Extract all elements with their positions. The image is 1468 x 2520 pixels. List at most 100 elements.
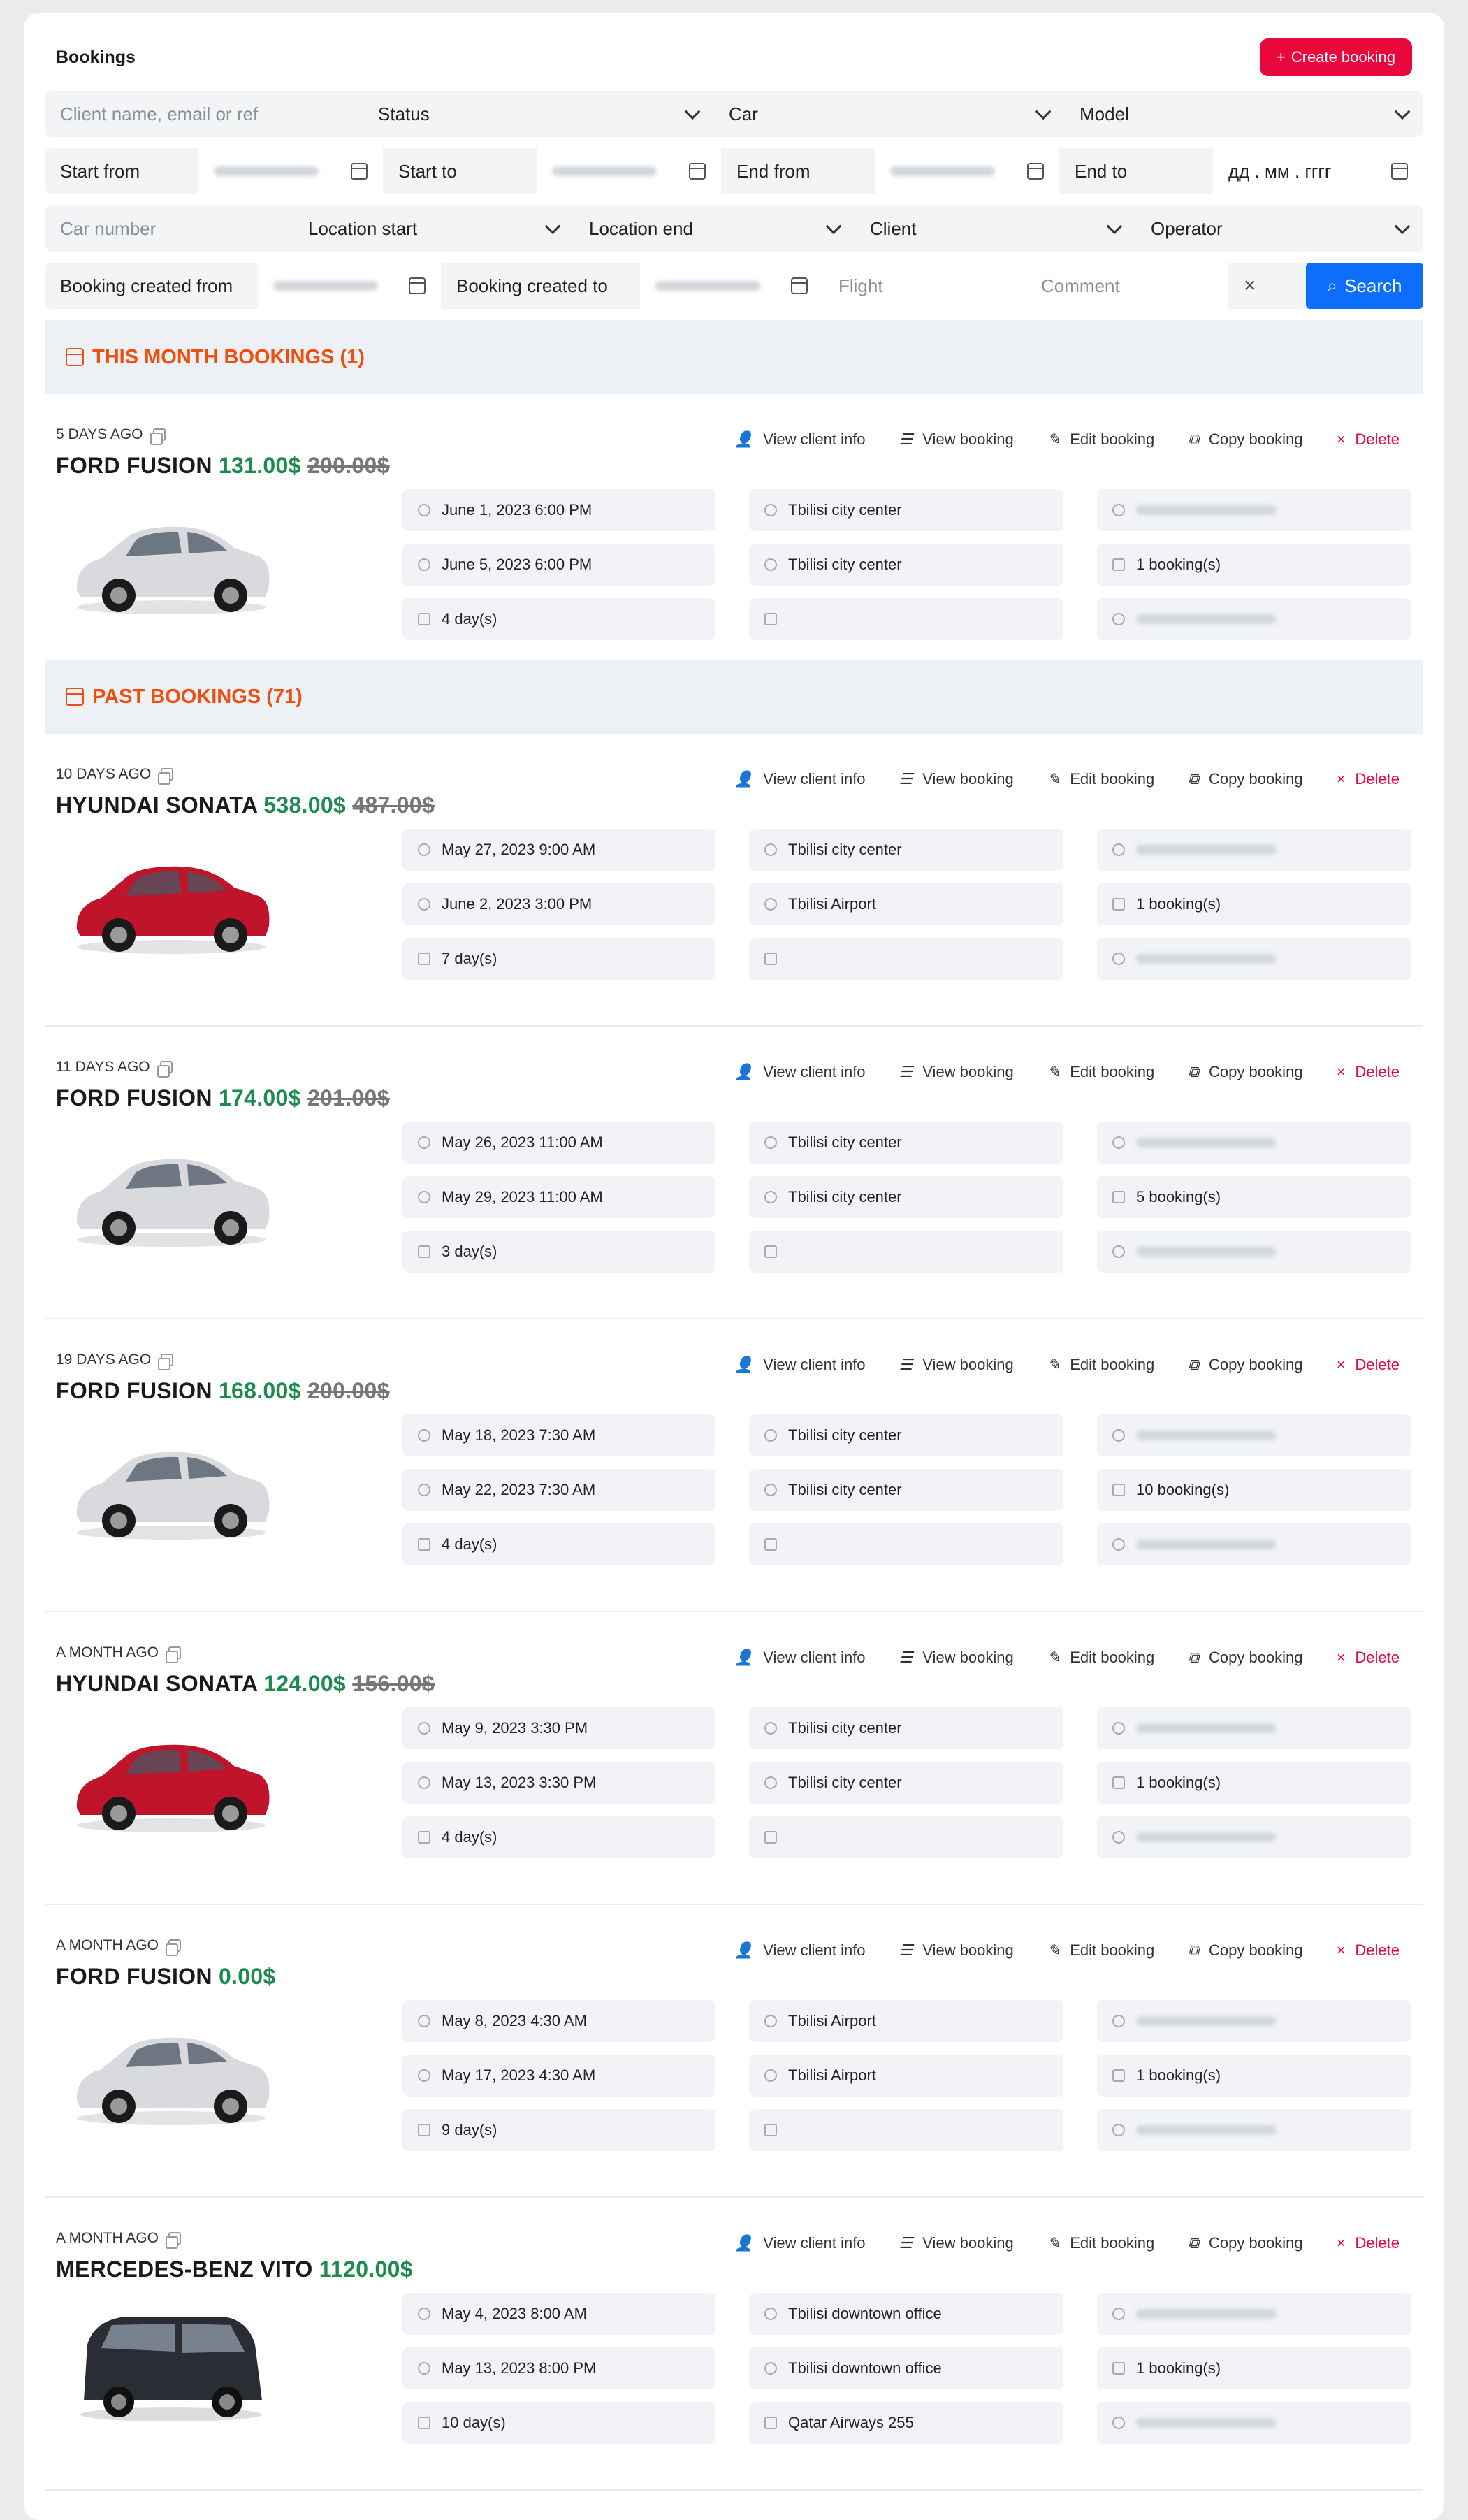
copy-id-icon[interactable] [166, 2232, 182, 2249]
delete-booking-link[interactable]: × Delete [1337, 2234, 1400, 2252]
edit-booking-link[interactable]: ✎ Edit booking [1047, 430, 1155, 449]
calendar-icon [351, 163, 368, 180]
booking-count-icon [1112, 898, 1125, 911]
duration-cell: 9 day(s) [402, 2109, 715, 2151]
duration-cell: 4 day(s) [402, 1816, 715, 1858]
operator-cell [1097, 1523, 1411, 1565]
edit-booking-link[interactable]: ✎ Edit booking [1047, 1356, 1155, 1374]
copy-id-icon[interactable] [157, 1061, 173, 1078]
calendar-icon [418, 1245, 430, 1258]
booking-age: 11 DAYS AGO [56, 1059, 150, 1075]
client-search-input[interactable]: Client name, email or ref [45, 91, 363, 137]
view-booking-link[interactable]: ☰ View booking [899, 1063, 1014, 1081]
view-booking-link[interactable]: ☰ View booking [899, 2234, 1014, 2252]
booking-actions: 👤 View client info ☰ View booking ✎ Edit book… [734, 770, 1400, 788]
delete-booking-link[interactable]: × Delete [1337, 1063, 1400, 1081]
operator-select[interactable]: Operator [1135, 205, 1423, 252]
status-select[interactable]: Status [363, 91, 713, 137]
client-name-cell [1097, 2293, 1411, 2335]
view-booking-link[interactable]: ☰ View booking [899, 1941, 1014, 1960]
create-booking-button[interactable]: + Create booking [1259, 38, 1412, 76]
copy-booking-link[interactable]: ⧉ Copy booking [1188, 1063, 1302, 1081]
pin-icon [418, 1722, 430, 1735]
copy-booking-link[interactable]: ⧉ Copy booking [1188, 1941, 1302, 1960]
location-pin-icon [764, 1191, 777, 1203]
view-client-info-link[interactable]: 👤 View client info [734, 2234, 866, 2252]
delete-booking-link[interactable]: × Delete [1337, 1356, 1400, 1374]
pin-icon [418, 898, 430, 911]
view-client-info-link[interactable]: 👤 View client info [734, 1649, 866, 1667]
comment-input[interactable]: Comment [1026, 263, 1228, 309]
pin-icon [418, 1191, 430, 1203]
edit-booking-link[interactable]: ✎ Edit booking [1047, 1941, 1155, 1960]
booking-count-cell: 1 booking(s) [1097, 2347, 1411, 2389]
end-to-date[interactable]: дд . мм . гггг [1213, 148, 1423, 194]
model-select[interactable]: Model [1064, 91, 1423, 137]
close-icon: × [1336, 1649, 1346, 1666]
copy-id-icon[interactable] [158, 768, 174, 785]
copy-booking-link[interactable]: ⧉ Copy booking [1188, 1356, 1302, 1374]
calendar-icon [791, 277, 808, 294]
start-date-cell: May 9, 2023 3:30 PM [402, 1707, 715, 1749]
car-number-input[interactable]: Car number [45, 205, 293, 252]
user-icon: 👤 [734, 1941, 754, 1959]
delete-booking-link[interactable]: × Delete [1337, 770, 1400, 788]
view-booking-link[interactable]: ☰ View booking [899, 1649, 1014, 1667]
flight-cell [749, 1231, 1063, 1273]
created-from-date[interactable] [258, 263, 441, 309]
past-section-header: PAST BOOKINGS (71) [45, 660, 1423, 734]
search-button[interactable]: ⌕ Search [1306, 263, 1423, 309]
view-client-info-link[interactable]: 👤 View client info [734, 1063, 866, 1081]
view-client-info-link[interactable]: 👤 View client info [734, 1941, 866, 1960]
booking-count-cell: 1 booking(s) [1097, 1762, 1411, 1804]
booking-actions: 👤 View client info ☰ View booking ✎ Edit book… [734, 1649, 1400, 1667]
delete-booking-link[interactable]: × Delete [1337, 1941, 1400, 1960]
view-booking-link[interactable]: ☰ View booking [899, 770, 1014, 788]
end-from-date[interactable] [875, 148, 1059, 194]
start-to-date[interactable] [537, 148, 721, 194]
view-client-info-link[interactable]: 👤 View client info [734, 1356, 866, 1374]
edit-booking-link[interactable]: ✎ Edit booking [1047, 2234, 1155, 2252]
clear-icon[interactable]: × [1228, 263, 1270, 309]
end-date-cell: May 29, 2023 11:00 AM [402, 1176, 715, 1218]
client-select[interactable]: Client [855, 205, 1135, 252]
copy-booking-link[interactable]: ⧉ Copy booking [1188, 2234, 1302, 2252]
edit-icon: ✎ [1047, 1356, 1061, 1373]
location-start-cell: Tbilisi city center [749, 1707, 1063, 1749]
edit-booking-link[interactable]: ✎ Edit booking [1047, 1649, 1155, 1667]
location-pin-icon [764, 843, 777, 856]
plane-icon [764, 613, 777, 625]
booking-count-cell: 1 booking(s) [1097, 883, 1411, 925]
booking-actions: 👤 View client info ☰ View booking ✎ Edit book… [734, 1941, 1400, 1960]
copy-id-icon[interactable] [150, 428, 166, 445]
flight-input[interactable]: Flight [823, 263, 1026, 309]
start-from-date[interactable] [198, 148, 383, 194]
copy-id-icon[interactable] [158, 1354, 174, 1370]
booking-count-cell: 10 booking(s) [1097, 1469, 1411, 1511]
edit-icon: ✎ [1047, 2234, 1061, 2252]
location-pin-icon [764, 1484, 777, 1496]
view-booking-link[interactable]: ☰ View booking [899, 1356, 1014, 1374]
start-date-cell: May 4, 2023 8:00 AM [402, 2293, 715, 2335]
chevron-down-icon [1394, 218, 1411, 235]
location-start-select[interactable]: Location start [293, 205, 574, 252]
copy-id-icon[interactable] [166, 1646, 182, 1663]
edit-booking-link[interactable]: ✎ Edit booking [1047, 1063, 1155, 1081]
copy-booking-link[interactable]: ⧉ Copy booking [1188, 430, 1302, 449]
delete-booking-link[interactable]: × Delete [1337, 1649, 1400, 1667]
delete-booking-link[interactable]: × Delete [1337, 430, 1400, 449]
view-client-info-link[interactable]: 👤 View client info [734, 430, 866, 449]
location-end-select[interactable]: Location end [574, 205, 855, 252]
copy-icon: ⧉ [1188, 1649, 1199, 1666]
copy-id-icon[interactable] [166, 1939, 182, 1956]
edit-booking-link[interactable]: ✎ Edit booking [1047, 770, 1155, 788]
car-name: FORD FUSION [56, 453, 212, 478]
booking-count-icon [1112, 1191, 1125, 1203]
view-booking-link[interactable]: ☰ View booking [899, 430, 1014, 449]
view-client-info-link[interactable]: 👤 View client info [734, 770, 866, 788]
copy-booking-link[interactable]: ⧉ Copy booking [1188, 1649, 1302, 1667]
old-price: 200.00$ [307, 453, 390, 478]
copy-booking-link[interactable]: ⧉ Copy booking [1188, 770, 1302, 788]
created-to-date[interactable] [640, 263, 823, 309]
car-select[interactable]: Car [713, 91, 1064, 137]
